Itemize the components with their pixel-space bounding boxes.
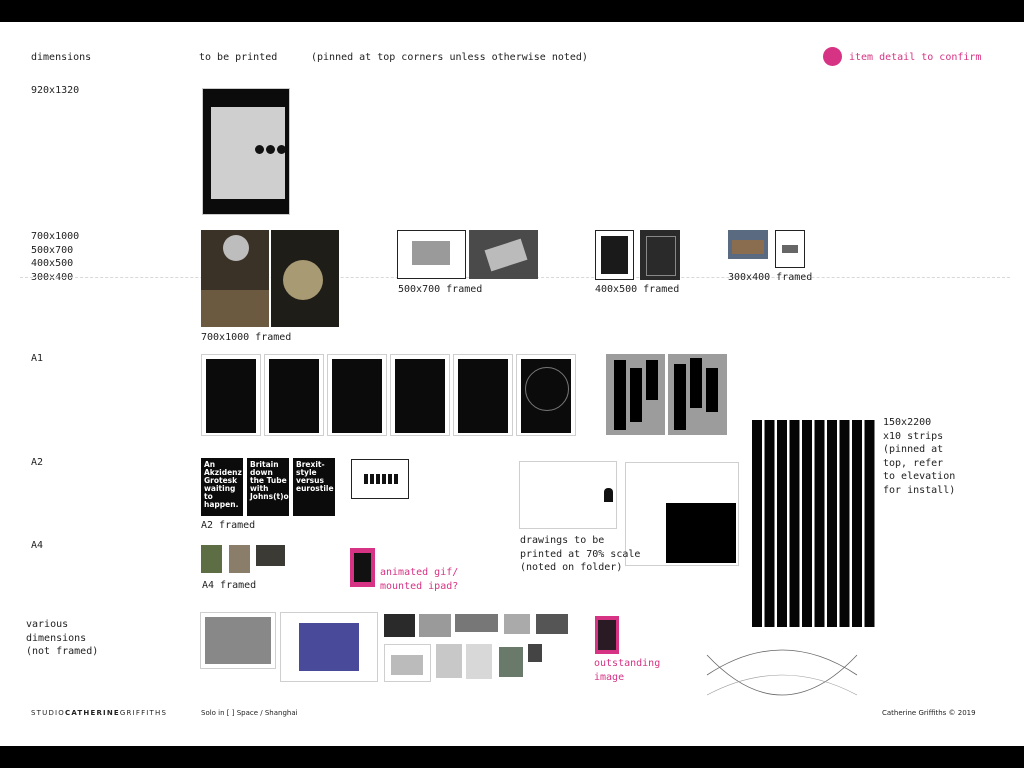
top-black-bar (0, 0, 1024, 22)
project-title: Solo in [ ] Space / Shanghai (201, 709, 298, 717)
caption-a2-framed: A2 framed (201, 520, 256, 531)
print-920x1320 (202, 88, 290, 215)
legend-label: item detail to confirm (849, 52, 982, 63)
row-label-700x1000: 700x1000 (31, 231, 80, 242)
various-small-4 (504, 614, 530, 634)
caption-300x400: 300x400 framed (728, 272, 813, 283)
a1-poster-2 (264, 354, 324, 436)
outstanding-image-thumb (595, 616, 619, 654)
row-label-400x500: 400x500 (31, 258, 74, 269)
row-label-920x1320: 920x1320 (31, 85, 80, 96)
various-small-1 (384, 614, 415, 637)
caption-400x500: 400x500 framed (595, 284, 680, 295)
drawing-stack (625, 462, 739, 566)
a4-photo-2 (229, 545, 250, 573)
photo-400x500-b (640, 230, 680, 280)
various-blue-photo (280, 612, 378, 682)
various-small-3 (455, 614, 498, 632)
a1-letterform-1 (606, 354, 665, 435)
a1-poster-5 (453, 354, 513, 436)
various-small-9 (499, 647, 523, 677)
a4-photo-1 (201, 545, 222, 573)
a1-poster-3 (327, 354, 387, 436)
elevation-arcs (706, 649, 858, 696)
photo-700x1000-b (271, 230, 339, 327)
header-to-be-printed: to be printed (199, 52, 278, 63)
drawing-keyhole-wave (519, 461, 617, 529)
legend-pink-dot (823, 47, 842, 66)
caption-700x1000: 700x1000 framed (201, 332, 292, 343)
various-drawing-1 (200, 612, 276, 669)
caption-a4-framed: A4 framed (202, 580, 257, 591)
a1-poster-4 (390, 354, 450, 436)
caption-animated-gif: animated gif/ mounted ipad? (380, 567, 459, 592)
a2-keyhole-print (351, 459, 409, 499)
photo-300x400-b (775, 230, 805, 268)
elevation-drawing (702, 645, 860, 713)
a2-poster-eurostile: Brexit- style versus eurostile (293, 458, 335, 516)
caption-drawings: drawings to be printed at 70% scale (not… (520, 535, 641, 573)
row-label-a2: A2 (31, 457, 44, 468)
row-label-500x700: 500x700 (31, 245, 74, 256)
various-small-5 (536, 614, 568, 634)
animated-gif-thumb (350, 548, 375, 587)
a1-poster-6 (516, 354, 576, 436)
caption-strips: 150x2200 x10 strips (pinned at top, refe… (883, 417, 956, 496)
caption-500x700: 500x700 framed (398, 284, 483, 295)
bottom-black-bar (0, 746, 1024, 768)
a1-poster-1 (201, 354, 261, 436)
various-small-7 (436, 644, 462, 678)
strips-150x2200 (752, 420, 877, 627)
various-small-10 (528, 644, 542, 662)
studio-logo: STUDIOCATHERINEGRIFFITHS (31, 709, 168, 717)
row-label-a4: A4 (31, 540, 44, 551)
a2-poster-johnston: Britain down the Tube with Johns(t)on (247, 458, 289, 516)
various-small-6 (384, 644, 431, 682)
header-dimensions: dimensions (31, 52, 92, 63)
various-small-8 (466, 644, 492, 679)
photo-300x400-a (728, 230, 768, 259)
photo-700x1000-a (201, 230, 269, 327)
photo-500x700-b (469, 230, 538, 279)
photo-400x500-a (595, 230, 634, 280)
a2-poster-akzidenz: An Akzidenz Grotesk waiting to happen. (201, 458, 243, 516)
photo-500x700-a (397, 230, 466, 279)
copyright: Catherine Griffiths © 2019 (882, 709, 976, 717)
row-label-a1: A1 (31, 353, 44, 364)
row-label-various: various dimensions (not framed) (26, 619, 99, 657)
header-pinned-note: (pinned at top corners unless otherwise … (311, 52, 588, 63)
caption-outstanding: outstanding image (594, 658, 661, 683)
a1-letterform-2 (668, 354, 727, 435)
various-small-2 (419, 614, 451, 637)
a4-photo-3 (256, 545, 285, 566)
